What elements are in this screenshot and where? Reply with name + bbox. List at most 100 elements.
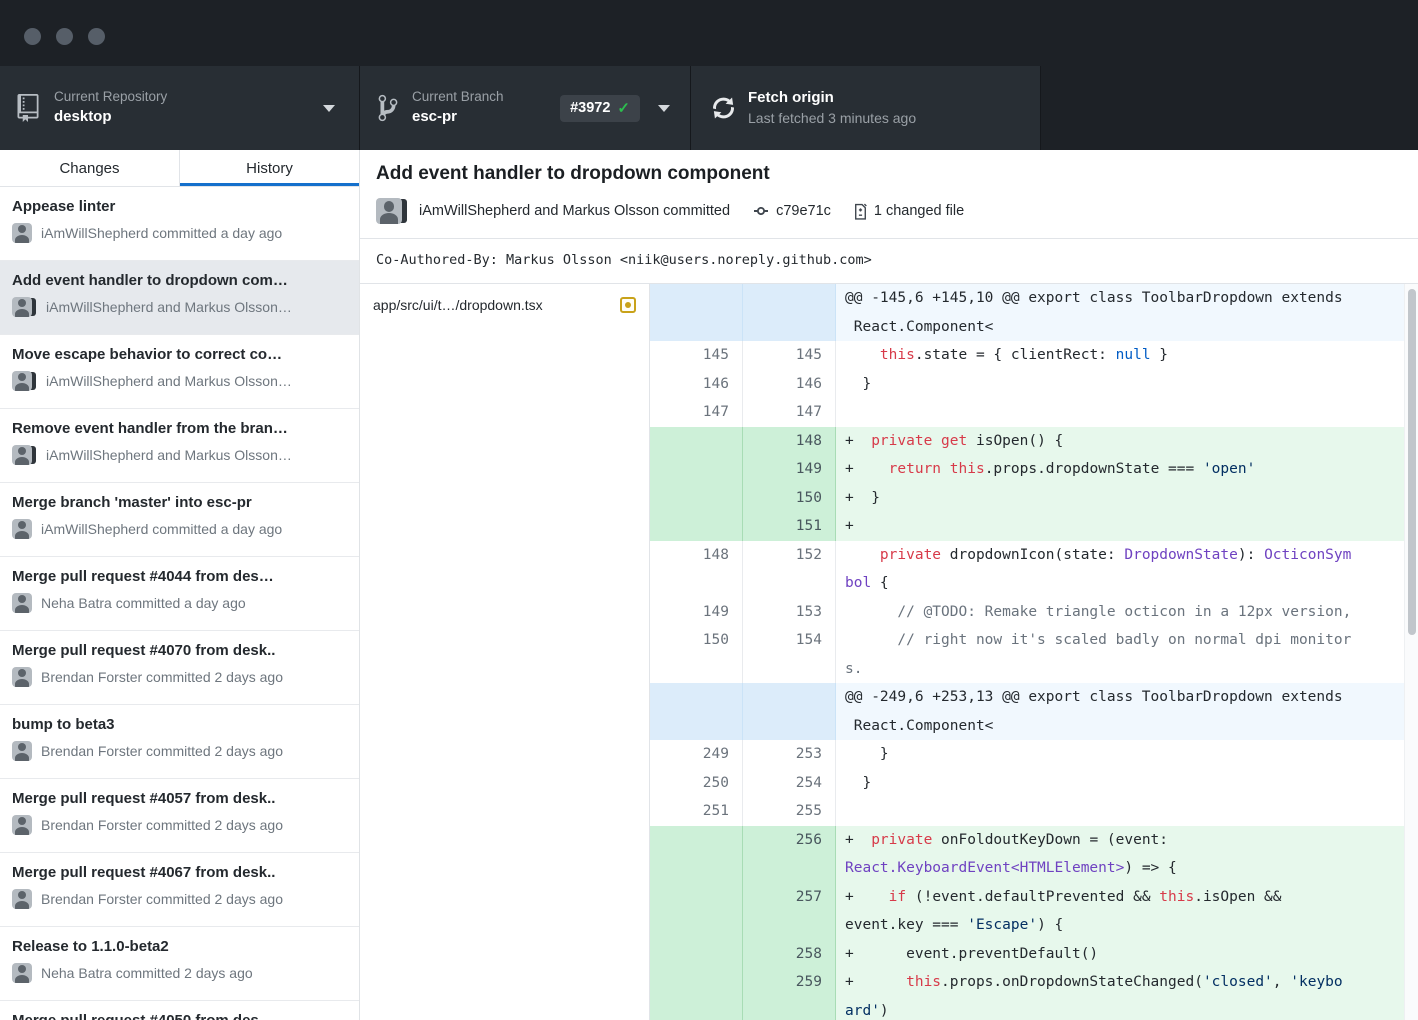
diff-new-line-number: 256 [743, 826, 836, 883]
diff-row: 259+ this.props.onDropdownStateChanged('… [650, 968, 1418, 1020]
commit-header: Add event handler to dropdown component … [360, 150, 1418, 239]
diff-new-line-number: 152 [743, 541, 836, 598]
commit-list-item[interactable]: Merge branch 'master' into esc-priAmWill… [0, 483, 359, 557]
commit-byline-row: iAmWillShepherd committed a day ago [12, 223, 347, 243]
commit-title: Move escape behavior to correct co… [12, 346, 347, 363]
diff-row: 150154 // right now it's scaled badly on… [650, 626, 1418, 683]
commit-title: Merge pull request #4044 from des… [12, 568, 347, 585]
commit-list-item[interactable]: Appease linteriAmWillShepherd committed … [0, 187, 359, 261]
chevron-down-icon [323, 105, 335, 112]
commit-list-item[interactable]: Merge pull request #4050 from des… [0, 1001, 359, 1020]
commit-title: Merge pull request #4067 from desk.. [12, 864, 347, 881]
commit-byline-row: Brendan Forster committed 2 days ago [12, 667, 347, 687]
commit-byline-row: Neha Batra committed a day ago [12, 593, 347, 613]
diff-code: + private onFoldoutKeyDown = (event: Rea… [836, 826, 1418, 883]
avatar [12, 371, 32, 391]
diff-row: 149153 // @TODO: Remake triangle octicon… [650, 598, 1418, 627]
diff-row: 258+ event.preventDefault() [650, 940, 1418, 969]
toolbar-filler [1041, 66, 1418, 150]
commit-byline: iAmWillShepherd and Markus Olsson… [46, 373, 292, 389]
branch-label: Current Branch [412, 89, 504, 106]
diff-row: 148+ private get isOpen() { [650, 427, 1418, 456]
diff-row: 249253 } [650, 740, 1418, 769]
diff-code: @@ -145,6 +145,10 @@ export class Toolba… [836, 284, 1418, 341]
diff-scrollbar-thumb[interactable] [1408, 289, 1416, 635]
branch-selector-button[interactable]: Current Branch esc-pr #3972 ✓ [360, 66, 691, 150]
diff-old-line-number [650, 883, 743, 940]
minimize-window-button[interactable] [56, 28, 73, 45]
commit-detail: Add event handler to dropdown component … [360, 150, 1418, 1020]
commit-byline: iAmWillShepherd and Markus Olsson… [46, 447, 292, 463]
diff-row: 149+ return this.props.dropdownState ===… [650, 455, 1418, 484]
diff-code-line: + this.props.onDropdownStateChanged('clo… [845, 968, 1418, 997]
diff-new-line-number: 153 [743, 598, 836, 627]
commit-byline-row: Brendan Forster committed 2 days ago [12, 741, 347, 761]
commit-list-item[interactable]: Add event handler to dropdown com…iAmWil… [0, 261, 359, 335]
diff-code-line: this.state = { clientRect: null } [845, 341, 1418, 370]
commit-byline: Brendan Forster committed 2 days ago [41, 669, 283, 685]
diff-new-line-number: 147 [743, 398, 836, 427]
diff-new-line-number [743, 683, 836, 740]
diff-scrollbar[interactable] [1404, 284, 1418, 1020]
diff-code: this.state = { clientRect: null } [836, 341, 1418, 370]
file-modified-icon [620, 297, 636, 313]
pull-request-badge: #3972 ✓ [560, 95, 640, 122]
window-controls [24, 28, 105, 45]
commit-list-item[interactable]: Release to 1.1.0-beta2Neha Batra committ… [0, 927, 359, 1001]
commit-byline-row: Neha Batra committed 2 days ago [12, 963, 347, 983]
file-path: app/src/ui/t…/dropdown.tsx [373, 297, 543, 313]
commit-byline-row: Brendan Forster committed 2 days ago [12, 889, 347, 909]
ci-check-icon: ✓ [617, 99, 630, 117]
commit-list-item[interactable]: Merge pull request #4057 from desk.. Bren… [0, 779, 359, 853]
repository-label: Current Repository [54, 89, 167, 106]
commit-list-item[interactable]: Merge pull request #4044 from des… Neha B… [0, 557, 359, 631]
commit-list-item[interactable]: Move escape behavior to correct co… iAmWi… [0, 335, 359, 409]
diff-code: + private get isOpen() { [836, 427, 1418, 456]
file-list-item[interactable]: app/src/ui/t…/dropdown.tsx [360, 284, 649, 325]
diff-code-line: // @TODO: Remake triangle octicon in a 1… [845, 598, 1418, 627]
diff-code-line: // right now it's scaled badly on normal… [845, 626, 1418, 655]
fetch-origin-button[interactable]: Fetch origin Last fetched 3 minutes ago [691, 66, 1041, 150]
commit-list-item[interactable]: Remove event handler from the bran…iAmWi… [0, 409, 359, 483]
chevron-down-icon [658, 105, 670, 112]
commit-list-item[interactable]: Merge pull request #4070 from desk..Bren… [0, 631, 359, 705]
diff-code-line: s. [845, 655, 1418, 684]
diff-code-line: bol { [845, 569, 1418, 598]
commit-title: Merge pull request #4057 from desk.. [12, 790, 347, 807]
diff-code: + } [836, 484, 1418, 513]
commit-author-byline: iAmWillShepherd and Markus Olsson commit… [419, 203, 730, 219]
diff-old-line-number: 250 [650, 769, 743, 798]
repository-selector-button[interactable]: Current Repository desktop [0, 66, 360, 150]
diff-code: } [836, 740, 1418, 769]
toolbar: Current Repository desktop Current Branc… [0, 66, 1418, 150]
diff-row: 150+ } [650, 484, 1418, 513]
fetch-status: Last fetched 3 minutes ago [748, 110, 916, 128]
diff-old-line-number: 149 [650, 598, 743, 627]
diff-new-line-number: 254 [743, 769, 836, 798]
changed-file-list: app/src/ui/t…/dropdown.tsx [360, 284, 650, 1020]
titlebar [0, 0, 1418, 66]
tab-changes[interactable]: Changes [0, 150, 180, 186]
diff-row: 251255 [650, 797, 1418, 826]
diff-old-line-number: 249 [650, 740, 743, 769]
commit-byline: Brendan Forster committed 2 days ago [41, 891, 283, 907]
diff-hunk-header: @@ -249,6 +253,13 @@ export class Toolba… [650, 683, 1418, 740]
diff-old-line-number: 146 [650, 370, 743, 399]
diff-code: } [836, 370, 1418, 399]
commit-list-item[interactable]: bump to beta3Brendan Forster committed 2… [0, 705, 359, 779]
diff-code-line: event.key === 'Escape') { [845, 911, 1418, 940]
tab-history[interactable]: History [180, 150, 359, 186]
commit-sha: c79e71c [776, 203, 831, 219]
diff-code-line: private dropdownIcon(state: DropdownStat… [845, 541, 1418, 570]
diff-code: + if (!event.defaultPrevented && this.is… [836, 883, 1418, 940]
commit-list-item[interactable]: Merge pull request #4067 from desk.. Bren… [0, 853, 359, 927]
zoom-window-button[interactable] [88, 28, 105, 45]
close-window-button[interactable] [24, 28, 41, 45]
commit-summary-title: Add event handler to dropdown component [376, 163, 1402, 185]
diff-hunk-header: @@ -145,6 +145,10 @@ export class Toolba… [650, 284, 1418, 341]
avatar [12, 223, 32, 243]
commit-byline: Brendan Forster committed 2 days ago [41, 817, 283, 833]
diff-code: + [836, 512, 1418, 541]
diff-code-line: @@ -249,6 +253,13 @@ export class Toolba… [845, 683, 1418, 712]
commit-title: Merge branch 'master' into esc-pr [12, 494, 347, 511]
